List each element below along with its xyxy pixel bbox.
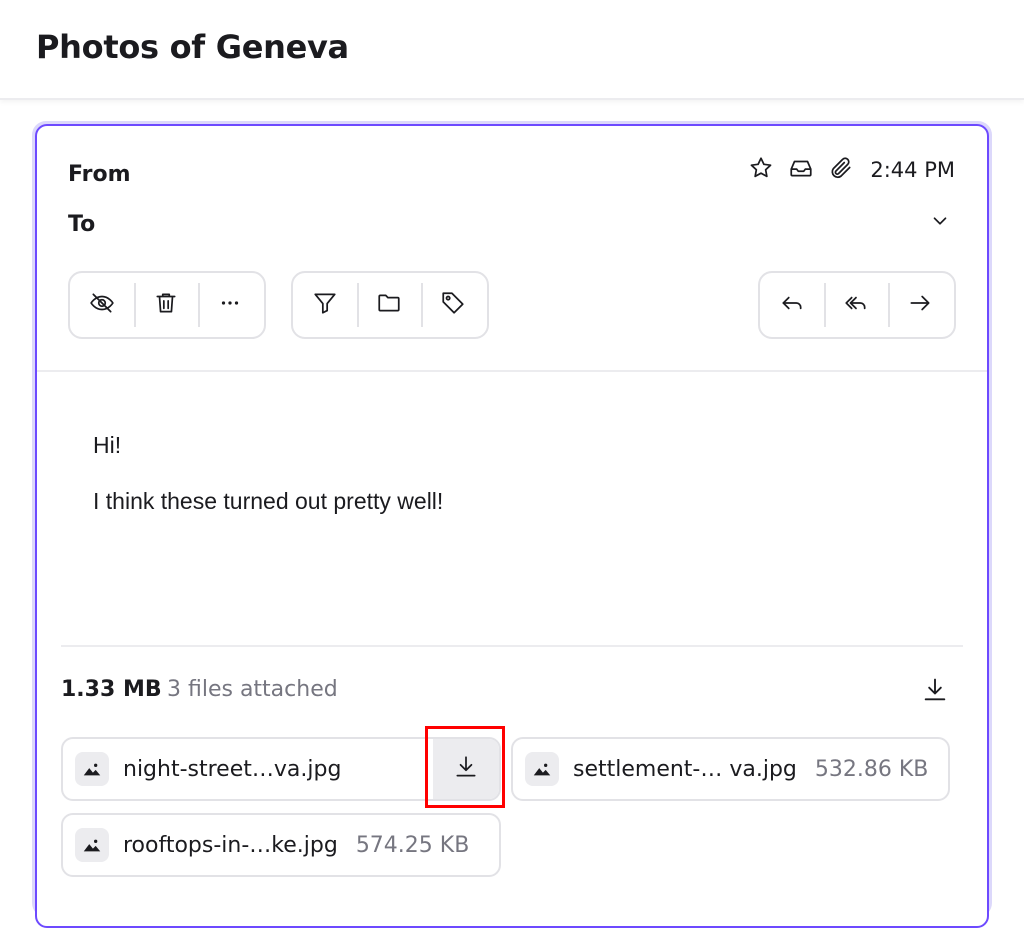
attachment-download-button[interactable] [433, 739, 499, 799]
folder-icon [376, 290, 402, 320]
reply-all-button[interactable] [824, 273, 888, 337]
star-icon[interactable] [748, 155, 774, 185]
tag-icon [440, 290, 466, 320]
trash-icon [153, 290, 179, 320]
filter-icon [312, 290, 338, 320]
toolbar-group-actions [68, 271, 266, 339]
chevron-down-icon[interactable] [929, 210, 951, 232]
to-label[interactable]: To [68, 212, 95, 237]
message-focus-frame: From To 2:44 PM Hi! I think these turned… [32, 121, 992, 928]
attachment-item[interactable]: rooftops-in-…ke.jpg 574.25 KB [61, 813, 501, 877]
message-time: 2:44 PM [870, 158, 955, 182]
attachments-count: 3 files attached [167, 677, 338, 702]
attachment-item[interactable]: settlement-… va.jpg 532.86 KB [511, 737, 950, 801]
download-icon [453, 754, 479, 784]
attachments-total-size: 1.33 MB [61, 677, 162, 702]
attachment-size: 532.86 KB [814, 756, 929, 782]
image-icon [525, 752, 559, 786]
label-button[interactable] [421, 273, 485, 337]
message-meta: 2:44 PM [748, 156, 955, 184]
body-greeting: Hi! [93, 432, 122, 458]
attachment-item[interactable]: night-street…va.jpg [61, 737, 501, 801]
forward-button[interactable] [888, 273, 952, 337]
attachment-size: 574.25 KB [355, 832, 470, 858]
message-card: From To 2:44 PM Hi! I think these turned… [35, 124, 989, 928]
delete-button[interactable] [134, 273, 198, 337]
eye-off-icon [89, 290, 115, 320]
paperclip-icon[interactable] [828, 155, 854, 185]
forward-icon [907, 290, 933, 320]
reply-all-icon [843, 290, 869, 320]
reply-icon [779, 290, 805, 320]
more-actions-button[interactable] [198, 273, 262, 337]
message-subject: Photos of Geneva [36, 28, 349, 66]
toolbar-group-reply [758, 271, 956, 339]
attachment-name: rooftops-in-…ke.jpg [123, 832, 338, 858]
inbox-icon[interactable] [788, 155, 814, 185]
body-line: I think these turned out pretty well! [93, 488, 444, 514]
move-to-folder-button[interactable] [357, 273, 421, 337]
image-icon [75, 828, 109, 862]
mark-unread-button[interactable] [70, 273, 134, 337]
attachment-name: night-street…va.jpg [123, 756, 342, 782]
from-label[interactable]: From [68, 162, 131, 187]
download-all-icon[interactable] [921, 676, 949, 704]
reply-button[interactable] [760, 273, 824, 337]
top-bar: Photos of Geneva [0, 0, 1024, 100]
toolbar-group-organize [291, 271, 489, 339]
image-icon [75, 752, 109, 786]
header-divider [37, 370, 987, 372]
filter-button[interactable] [293, 273, 357, 337]
more-icon [217, 290, 243, 320]
attachment-name: settlement-… va.jpg [573, 756, 797, 782]
attachments-divider [61, 645, 963, 647]
